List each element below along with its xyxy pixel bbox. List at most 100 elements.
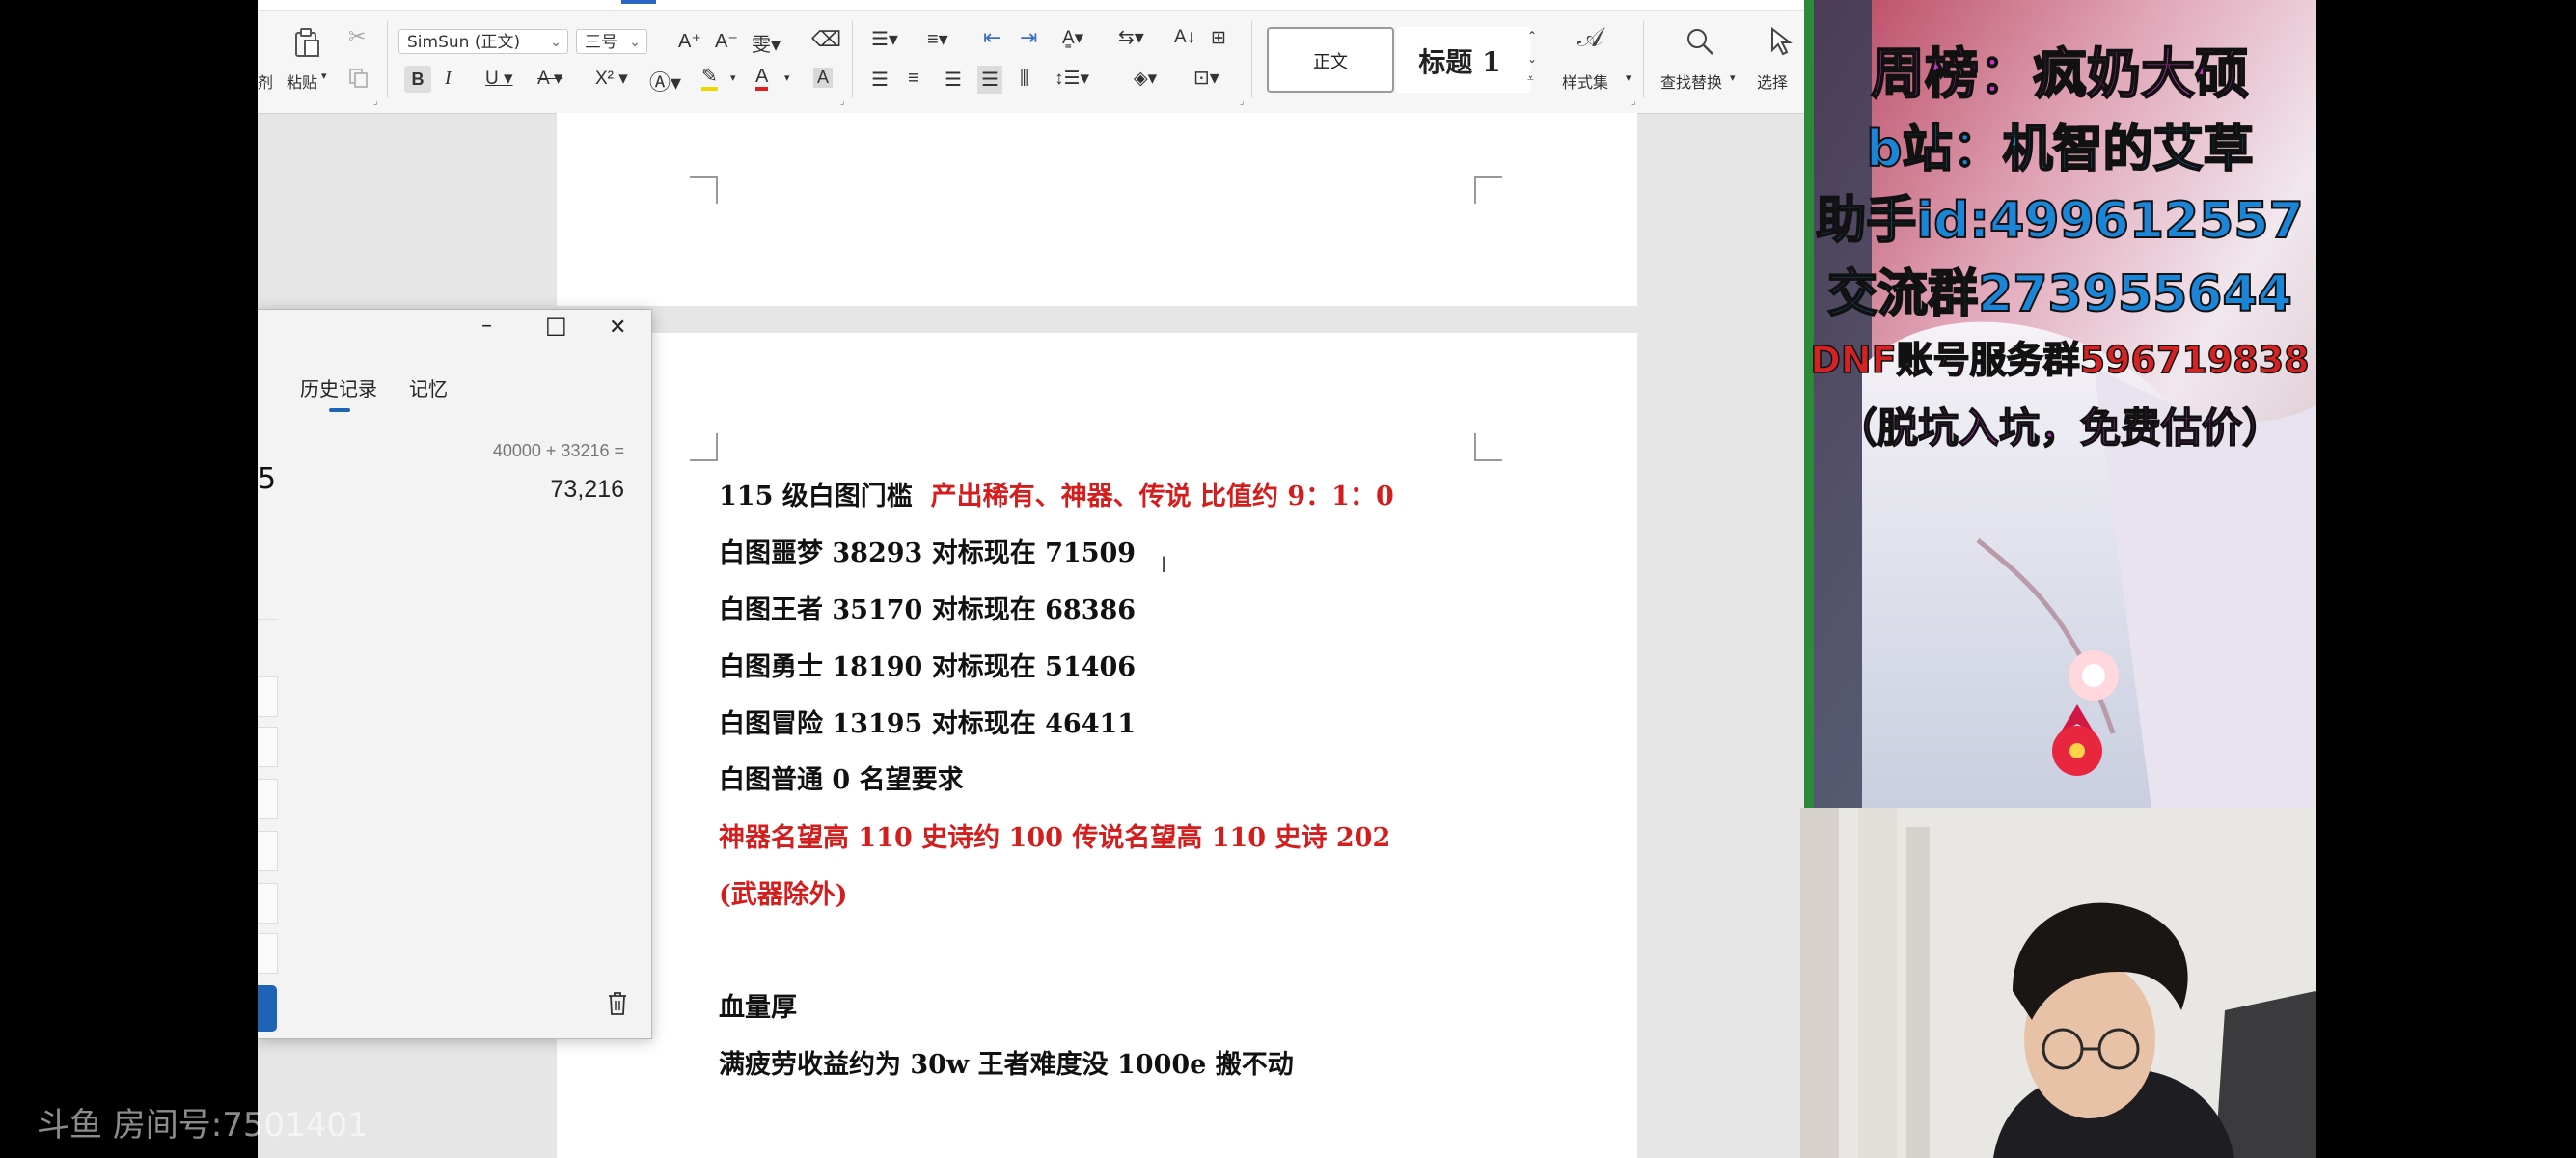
margin-corner-mark bbox=[690, 433, 718, 461]
paste-icon[interactable] bbox=[292, 27, 321, 63]
styles-scroll-up-icon[interactable]: ⌃ bbox=[1527, 29, 1537, 42]
phonetic-guide-icon[interactable]: 雯▾ bbox=[752, 29, 781, 57]
separator bbox=[852, 21, 853, 98]
tab-memory[interactable]: 记忆 bbox=[409, 373, 448, 401]
calculator-window[interactable]: – □ ✕ 历史记录 记忆 5 40000 + 33216 = 73,216 bbox=[258, 309, 652, 1039]
strikethrough-icon[interactable]: A ▾ bbox=[537, 68, 562, 90]
select-label[interactable]: 选择 bbox=[1757, 69, 1788, 93]
highlighter-icon[interactable]: ✎ bbox=[701, 66, 718, 91]
styles-scroll-down-icon[interactable]: ⌄ bbox=[1527, 52, 1537, 66]
decrease-indent-icon[interactable]: ⇤ bbox=[983, 25, 1000, 50]
sort-icon[interactable]: A↓ bbox=[1174, 27, 1195, 48]
minimize-button[interactable]: – bbox=[481, 314, 492, 338]
webcam-feed bbox=[1800, 808, 2316, 1158]
document-page-2[interactable] bbox=[557, 333, 1637, 1158]
font-size-value: 三号 bbox=[585, 33, 617, 52]
close-button[interactable]: ✕ bbox=[609, 316, 626, 340]
document-page-1 bbox=[557, 113, 1637, 306]
doc-line-adventure[interactable]: 白图冒险 13195 对标现在 46411 bbox=[719, 703, 1136, 740]
calculator-key[interactable] bbox=[258, 676, 278, 717]
group-expander-icon[interactable]: ⌟ bbox=[1240, 96, 1245, 107]
grow-font-icon[interactable]: A⁺ bbox=[678, 29, 701, 53]
doc-line-reputation[interactable]: 神器名望高 110 史诗约 100 传说名望高 110 史诗 202 bbox=[719, 816, 1390, 854]
shading-icon[interactable]: ◈▾ bbox=[1134, 68, 1157, 90]
stream-info-overlay: 周榜：疯奶大硕 b站：机智的艾草 助手id:499612557 交流群27395… bbox=[1804, 0, 2316, 808]
eraser-icon[interactable]: ⌫ bbox=[811, 27, 841, 52]
doc-line-highlight: 产出稀有、神器、传说 比值约 9：1：0 bbox=[930, 482, 1394, 511]
border-icon[interactable]: ⊡▾ bbox=[1193, 66, 1219, 90]
tab-history[interactable]: 历史记录 bbox=[300, 373, 377, 401]
style-heading1-label: 标题 1 bbox=[1418, 46, 1501, 78]
show-marks-icon[interactable]: ⊞ bbox=[1211, 27, 1226, 49]
font-color-icon[interactable]: A bbox=[755, 66, 769, 91]
calculator-key[interactable] bbox=[258, 727, 278, 767]
cursor-select-icon[interactable] bbox=[1768, 26, 1795, 61]
line-spacing-icon[interactable]: ↕☰▾ bbox=[1055, 68, 1089, 90]
doc-line-king[interactable]: 白图王者 35170 对标现在 68386 bbox=[719, 589, 1136, 626]
italic-button[interactable]: I bbox=[445, 68, 452, 90]
chevron-down-icon: ⌄ bbox=[629, 35, 641, 50]
copy-icon[interactable] bbox=[348, 68, 370, 94]
trash-icon[interactable] bbox=[607, 991, 628, 1020]
bold-button[interactable]: B bbox=[404, 66, 431, 93]
calculator-key[interactable] bbox=[258, 831, 278, 871]
bullet-list-icon[interactable]: ☰▾ bbox=[871, 27, 898, 51]
numbered-list-icon[interactable]: ≡▾ bbox=[927, 27, 948, 51]
styles-more-icon[interactable]: ⩡ bbox=[1527, 71, 1534, 86]
group-expander-icon[interactable]: ⌟ bbox=[1631, 96, 1636, 107]
align-center-icon[interactable]: ≡ bbox=[908, 68, 919, 90]
doc-line-weapon-note[interactable]: (武器除外) bbox=[719, 873, 848, 911]
doc-line-nightmare[interactable]: 白图噩梦 38293 对标现在 71509 bbox=[719, 532, 1136, 569]
font-family-select[interactable]: SimSun (正文) ⌄ bbox=[398, 29, 568, 54]
text-direction-icon[interactable]: ⇆▾ bbox=[1118, 25, 1144, 49]
search-icon[interactable] bbox=[1685, 27, 1714, 61]
style-set-icon[interactable]: 𝒜 bbox=[1577, 24, 1603, 51]
distributed-icon[interactable]: ⫼ bbox=[1020, 68, 1028, 90]
doc-line-hp[interactable]: 血量厚 bbox=[719, 986, 797, 1024]
group-expander-icon[interactable]: ⌟ bbox=[840, 96, 845, 107]
char-shading-icon[interactable]: A bbox=[813, 68, 834, 88]
align-left-icon[interactable]: ☰ bbox=[871, 68, 889, 92]
style-normal[interactable]: 正文 bbox=[1267, 27, 1394, 93]
history-expression[interactable]: 40000 + 33216 = bbox=[493, 441, 624, 461]
paste-button-label[interactable]: 粘贴 bbox=[287, 69, 317, 93]
style-heading1[interactable]: 标题 1 bbox=[1396, 27, 1531, 93]
doc-line-normal[interactable]: 白图普通 0 名望要求 bbox=[719, 758, 964, 796]
increase-indent-icon[interactable]: ⇥ bbox=[1020, 25, 1037, 50]
find-replace-chevron-icon[interactable]: ▾ bbox=[1730, 71, 1736, 84]
align-right-icon[interactable]: ☰ bbox=[945, 68, 962, 92]
watermark-room: 房间号:7501401 bbox=[112, 1106, 369, 1144]
calculator-key[interactable] bbox=[258, 933, 278, 974]
history-result[interactable]: 73,216 bbox=[551, 476, 624, 504]
doc-line-threshold-title[interactable]: 115 级白图门槛 产出稀有、神器、传说 比值约 9：1：0 bbox=[719, 475, 1394, 512]
group-expander-icon[interactable]: ⌟ bbox=[373, 96, 378, 107]
highlight-chevron-icon[interactable]: ▾ bbox=[730, 71, 736, 84]
underline-button[interactable]: U ▾ bbox=[485, 68, 513, 90]
justify-icon[interactable]: ☰ bbox=[977, 66, 1002, 94]
superscript-button[interactable]: X² ▾ bbox=[595, 68, 628, 90]
font-color-chevron-icon[interactable]: ▾ bbox=[784, 71, 790, 84]
calculator-key[interactable] bbox=[258, 883, 278, 924]
ribbon-toolbar: 剂 粘贴 ▾ ✂ ⌟ SimSun (正文) ⌄ 三号 ⌄ A⁺ A⁻ 雯▾ ⌫ B… bbox=[258, 0, 1804, 114]
find-replace-label[interactable]: 查找替换 bbox=[1660, 69, 1722, 93]
chinese-layout-icon[interactable]: A̳▾ bbox=[1062, 27, 1083, 49]
paste-dropdown-chevron-icon[interactable]: ▾ bbox=[321, 69, 327, 82]
douyu-watermark: 斗鱼 房间号:7501401 bbox=[37, 1098, 369, 1145]
doc-line-income[interactable]: 满疲劳收益约为 30w 王者难度没 1000e 搬不动 bbox=[719, 1043, 1294, 1081]
font-size-select[interactable]: 三号 ⌄ bbox=[576, 29, 647, 54]
divider bbox=[258, 619, 277, 620]
calculator-key[interactable] bbox=[258, 779, 278, 819]
separator bbox=[387, 21, 388, 98]
style-set-label[interactable]: 样式集 bbox=[1562, 69, 1608, 93]
cut-label-partial[interactable]: 剂 bbox=[258, 69, 273, 93]
maximize-button[interactable]: □ bbox=[545, 312, 567, 339]
style-set-chevron-icon[interactable]: ▾ bbox=[1626, 71, 1631, 84]
text-effect-icon[interactable]: Ⓐ▾ bbox=[649, 66, 681, 96]
equals-key[interactable] bbox=[258, 985, 277, 1032]
doc-line-warrior[interactable]: 白图勇士 18190 对标现在 51406 bbox=[719, 646, 1136, 683]
shrink-font-icon[interactable]: A⁻ bbox=[715, 29, 738, 53]
overlay-weekly-rank: 周榜：疯奶大硕 bbox=[1870, 42, 2250, 107]
scissors-icon[interactable]: ✂ bbox=[348, 27, 366, 48]
tab-history-indicator bbox=[329, 408, 350, 412]
overlay-bilibili: b站：机智的艾草 bbox=[1865, 120, 2254, 179]
